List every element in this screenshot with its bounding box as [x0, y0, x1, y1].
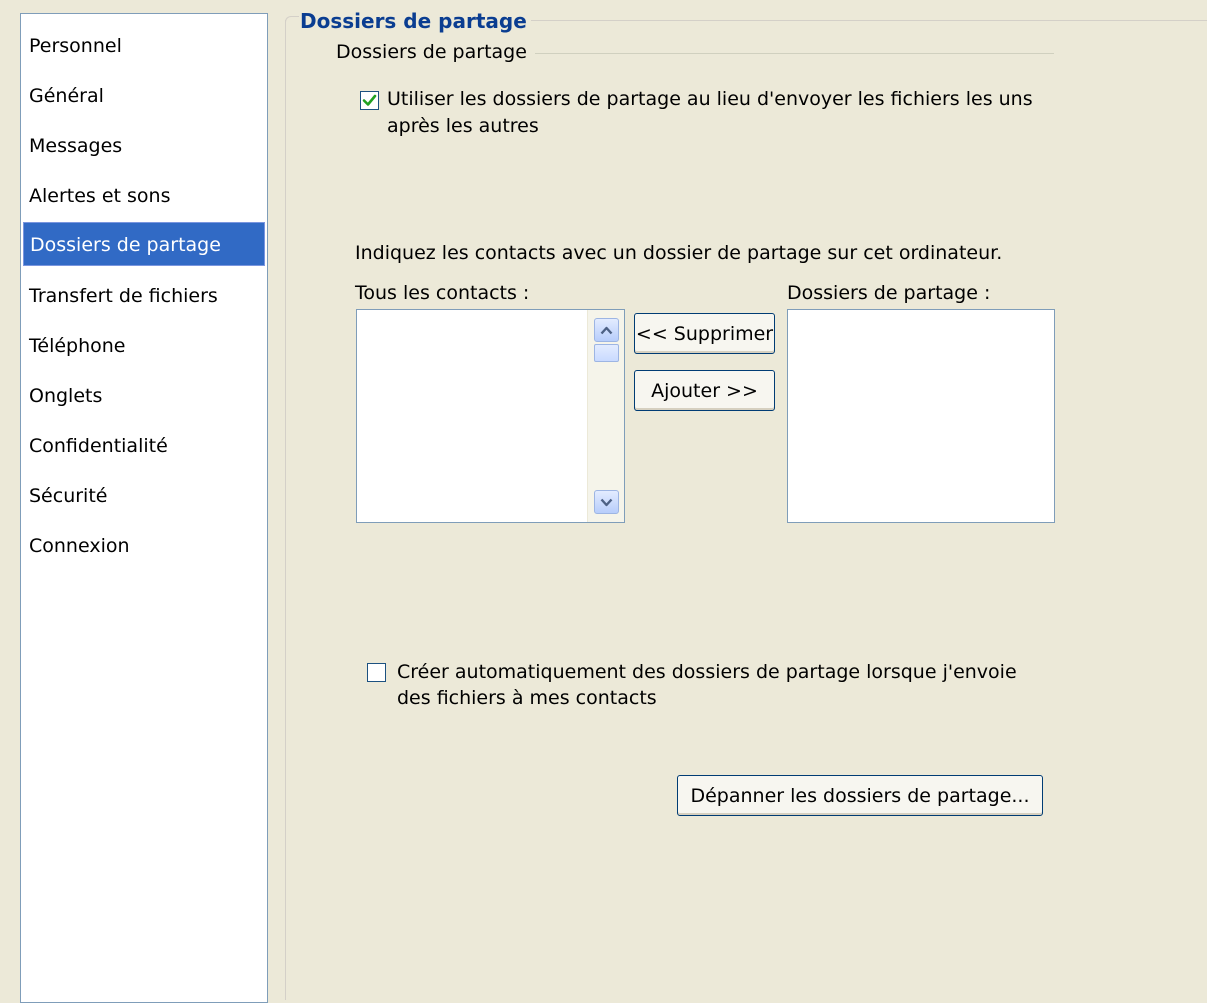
group-divider	[532, 53, 1054, 54]
sidebar-item-general[interactable]: Général	[23, 74, 265, 118]
sidebar-item-messages[interactable]: Messages	[23, 124, 265, 168]
sharing-folders-list[interactable]	[787, 309, 1055, 523]
scroll-thumb[interactable]	[594, 344, 619, 362]
scroll-down-button[interactable]	[594, 490, 619, 514]
sidebar-item-file-transfer[interactable]: Transfert de fichiers	[23, 274, 265, 318]
content-frame-top	[530, 20, 1207, 21]
page-title: Dossiers de partage	[300, 9, 531, 33]
sidebar-item-alerts-sounds[interactable]: Alertes et sons	[23, 174, 265, 218]
use-sharing-folders-label-line1[interactable]: Utiliser les dossiers de partage au lieu…	[387, 86, 1033, 113]
settings-category-list[interactable]: Personnel Général Messages Alertes et so…	[20, 13, 268, 1003]
sidebar-item-sharing-folders[interactable]: Dossiers de partage	[23, 222, 265, 266]
auto-create-label-line1[interactable]: Créer automatiquement des dossiers de pa…	[397, 659, 1017, 686]
auto-create-checkbox[interactable]	[367, 663, 386, 682]
chevron-up-icon	[600, 326, 613, 334]
sharing-folders-label: Dossiers de partage :	[787, 282, 991, 304]
scroll-up-button[interactable]	[594, 318, 619, 342]
content-frame-left	[285, 20, 286, 1000]
sidebar-item-telephone[interactable]: Téléphone	[23, 324, 265, 368]
troubleshoot-button[interactable]: Dépanner les dossiers de partage...	[677, 775, 1043, 816]
sidebar-item-personnel[interactable]: Personnel	[23, 24, 265, 68]
add-button[interactable]: Ajouter >>	[634, 370, 775, 411]
use-sharing-folders-checkbox[interactable]	[360, 91, 379, 110]
remove-button[interactable]: << Supprimer	[634, 313, 775, 354]
use-sharing-folders-label-line2[interactable]: après les autres	[387, 113, 539, 140]
all-contacts-label: Tous les contacts :	[355, 282, 530, 304]
sidebar-item-tabs[interactable]: Onglets	[23, 374, 265, 418]
sidebar-item-privacy[interactable]: Confidentialité	[23, 424, 265, 468]
chevron-down-icon	[600, 498, 613, 506]
checkmark-icon	[362, 94, 377, 106]
instructions-text: Indiquez les contacts avec un dossier de…	[355, 242, 1003, 264]
content-frame-corner	[285, 16, 299, 26]
sidebar-item-connection[interactable]: Connexion	[23, 524, 265, 568]
auto-create-label-line2[interactable]: des fichiers à mes contacts	[397, 685, 657, 712]
group-label: Dossiers de partage	[336, 41, 535, 63]
all-contacts-list[interactable]	[356, 309, 625, 523]
sidebar-item-security[interactable]: Sécurité	[23, 474, 265, 518]
all-contacts-scrollbar[interactable]	[587, 310, 624, 522]
